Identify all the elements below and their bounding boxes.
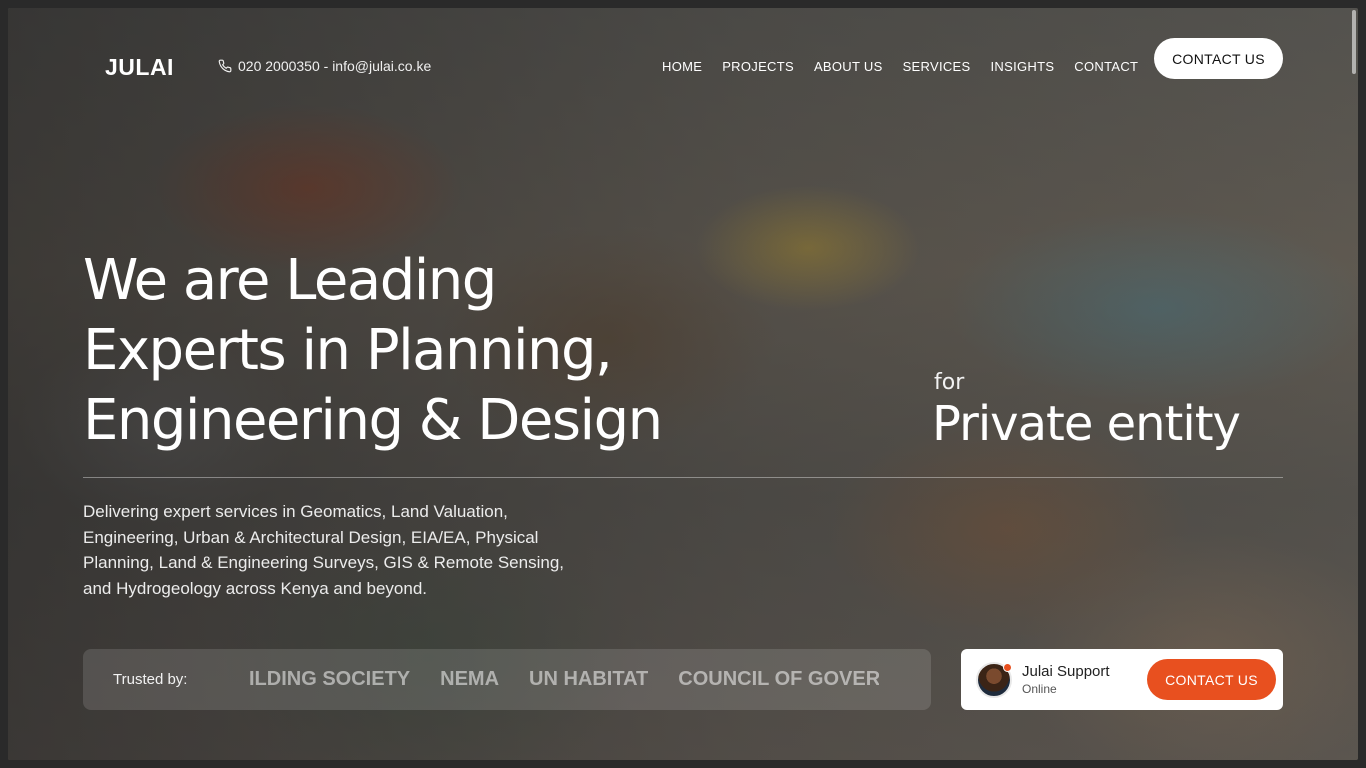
divider: [83, 477, 1283, 478]
partner-logos: ILDING SOCIETY NEMA UN HABITAT COUNCIL O…: [249, 668, 879, 691]
contact-text: 020 2000350 - info@julai.co.ke: [238, 58, 432, 74]
support-avatar: [976, 661, 1012, 698]
partner-logo: UN HABITAT: [529, 668, 649, 690]
nav-home[interactable]: HOME: [662, 59, 702, 74]
support-name: Julai Support: [1022, 663, 1110, 680]
header-contact-info: 020 2000350 - info@julai.co.ke: [218, 58, 431, 74]
nav-contact[interactable]: CONTACT: [1074, 59, 1138, 74]
hero-section: JULAI 020 2000350 - info@julai.co.ke HOM…: [8, 8, 1358, 760]
trusted-by-bar: Trusted by: ILDING SOCIETY NEMA UN HABIT…: [83, 649, 931, 710]
nav-insights[interactable]: INSIGHTS: [991, 59, 1055, 74]
support-widget: Julai Support Online CONTACT US: [961, 649, 1283, 710]
phone-icon: [218, 59, 232, 73]
partner-logo: ILDING SOCIETY: [249, 668, 411, 690]
support-contact-us-button[interactable]: CONTACT US: [1147, 659, 1276, 700]
online-indicator: [1003, 662, 1012, 672]
headline-line-2: Experts in Planning,: [83, 318, 613, 383]
headline-line-3: Engineering & Design: [83, 388, 663, 453]
partner-logo: COUNCIL OF GOVER: [678, 668, 879, 690]
entity-type: Private entity: [932, 396, 1241, 452]
trusted-by-label: Trusted by:: [113, 671, 188, 688]
hero-headline: We are Leading Experts in Planning, Engi…: [83, 246, 783, 456]
nav-services[interactable]: SERVICES: [903, 59, 971, 74]
nav-projects[interactable]: PROJECTS: [722, 59, 794, 74]
partner-logo: NEMA: [440, 668, 500, 690]
support-info: Julai Support Online: [1022, 663, 1147, 696]
header-contact-us-button[interactable]: CONTACT US: [1154, 38, 1283, 79]
for-label: for: [934, 370, 965, 395]
support-status: Online: [1022, 682, 1057, 696]
main-nav: HOME PROJECTS ABOUT US SERVICES INSIGHTS…: [662, 59, 1138, 74]
headline-line-1: We are Leading: [83, 248, 497, 313]
nav-about-us[interactable]: ABOUT US: [814, 59, 883, 74]
logo[interactable]: JULAI: [105, 54, 174, 81]
hero-description: Delivering expert services in Geomatics,…: [83, 502, 565, 598]
scrollbar[interactable]: [1352, 10, 1356, 74]
